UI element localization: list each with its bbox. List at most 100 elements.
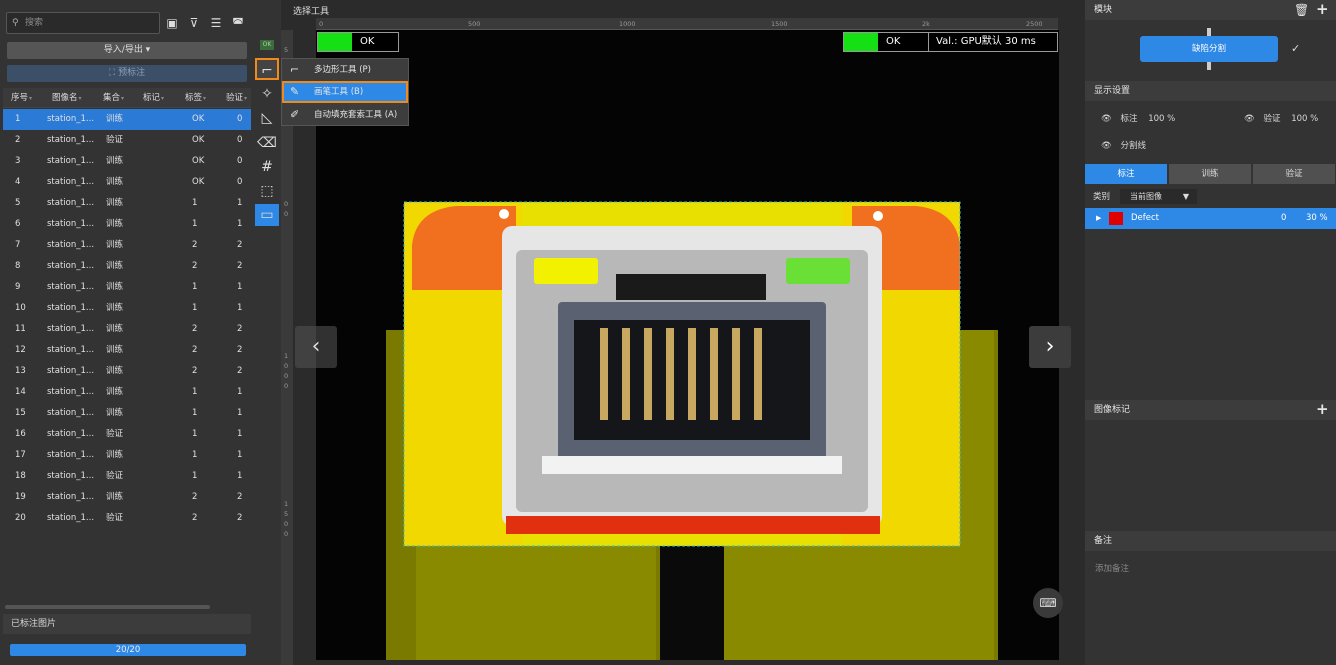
table-row[interactable]: 11 station_1... 训练 2 2 [3,319,251,340]
defect-class-row[interactable]: ▶ Defect 0 30 % [1085,208,1336,229]
row-set: 训练 [106,408,124,418]
table-row[interactable]: 1 station_1... 训练 OK 0 [3,109,251,130]
eraser-tool-button[interactable]: ⌫ [255,132,279,154]
filter-icon[interactable]: ⊽ [186,15,202,31]
ruler-label: 2500 [1026,20,1043,28]
row-label: 1 [192,219,198,229]
category-dropdown[interactable]: 当前图像 ▼ [1120,189,1197,204]
image-filter-icon[interactable]: ▣ [164,15,180,31]
row-index: 2 [15,135,21,145]
table-row[interactable]: 19 station_1... 训练 2 2 [3,487,251,508]
crop-icon: # [261,159,273,175]
polygon-icon: ⌐ [290,63,300,76]
table-row[interactable]: 10 station_1... 训练 1 1 [3,298,251,319]
select-tool-button[interactable]: ▭ [255,204,279,226]
tool-column: OK ⌐ ✧ ◺ ⌫ # ⬚ ▭ [253,0,281,665]
image-viewport[interactable]: OK OK Val.: GPU默认 30 ms [316,30,1059,660]
table-row[interactable]: 14 station_1... 训练 1 1 [3,382,251,403]
table-row[interactable]: 2 station_1... 验证 OK 0 [3,130,251,151]
add-image-mark-icon[interactable]: + [1316,399,1329,419]
row-label: 2 [192,345,198,355]
table-row[interactable]: 6 station_1... 训练 1 1 [3,214,251,235]
image-list-panel: ⚲ 搜索 ▣ ⊽ ☰ ◚ 导入/导出 ▾ ⛶ 预标注 序号 图像名 集合 标记 … [0,0,253,665]
annotation-tool-menu: ⌐ 多边形工具 (P) ✎ 画笔工具 (B) ✐ 自动填充套索工具 (A) [281,58,409,126]
table-row[interactable]: 18 station_1... 验证 1 1 [3,466,251,487]
tab-training[interactable]: 训练 [1169,164,1251,184]
table-row[interactable]: 5 station_1... 训练 1 1 [3,193,251,214]
module-header: 模块 🗑 + [1085,0,1336,20]
keyboard-shortcut-button[interactable]: ⌨ [1033,588,1063,618]
ruler-label: 1500 [771,20,788,28]
row-index: 3 [15,156,21,166]
ruler-label: 0 [284,362,289,370]
row-label: 1 [192,408,198,418]
defect-segmentation-module-button[interactable]: 缺陷分割 [1140,36,1278,62]
prev-image-button[interactable]: ‹ [295,326,337,368]
menu-item-polygon-tool[interactable]: ⌐ 多边形工具 (P) [282,59,408,81]
expand-arrow-icon[interactable]: ▶ [1096,208,1101,229]
row-index: 8 [15,261,21,271]
tab-validation[interactable]: 验证 [1253,164,1335,184]
validation-visibility[interactable]: 👁 验证 100 % [1244,112,1318,124]
col-validation[interactable]: 验证 [226,88,247,108]
ok-badge: OK [260,40,274,50]
ar-view-icon[interactable]: ◚ [230,15,246,31]
list-view-icon[interactable]: ☰ [208,15,224,31]
tab-annotation[interactable]: 标注 [1085,164,1167,184]
row-label: 1 [192,429,198,439]
col-image-name[interactable]: 图像名 [52,88,82,108]
row-set: 训练 [106,324,124,334]
col-label[interactable]: 标签 [185,88,206,108]
table-row[interactable]: 9 station_1... 训练 1 1 [3,277,251,298]
table-row[interactable]: 4 station_1... 训练 OK 0 [3,172,251,193]
row-validation: 1 [237,282,243,292]
validation-opacity: 100 % [1291,114,1319,124]
table-row[interactable]: 17 station_1... 训练 1 1 [3,445,251,466]
table-row[interactable]: 12 station_1... 训练 2 2 [3,340,251,361]
horizontal-scrollbar[interactable] [5,605,210,609]
table-row[interactable]: 7 station_1... 训练 2 2 [3,235,251,256]
row-set: 训练 [106,177,124,187]
row-index: 20 [15,513,26,523]
col-mark[interactable]: 标记 [143,88,164,108]
col-index[interactable]: 序号 [11,88,32,108]
trash-icon[interactable]: 🗑 [1294,0,1309,20]
image-mark-label: 图像标记 [1094,405,1131,415]
add-module-icon[interactable]: + [1316,0,1329,19]
table-row[interactable]: 20 station_1... 验证 2 2 [3,508,251,529]
row-validation: 1 [237,408,243,418]
table-row[interactable]: 3 station_1... 训练 OK 0 [3,151,251,172]
notes-input[interactable]: 添加备注 [1095,562,1129,574]
ruler-label: 5 [284,510,289,518]
row-label: 2 [192,513,198,523]
defect-color-swatch[interactable] [1109,212,1123,225]
table-row[interactable]: 8 station_1... 训练 2 2 [3,256,251,277]
search-input[interactable]: ⚲ 搜索 [6,12,160,34]
polygon-tool-button[interactable]: ⌐ [255,58,279,80]
row-set: 训练 [106,387,124,397]
caret-down-icon: ▼ [1182,192,1189,201]
row-validation: 1 [237,198,243,208]
ruler-tool-button[interactable]: ◺ [255,107,279,129]
row-image-name: station_1... [47,345,95,355]
row-index: 6 [15,219,21,229]
table-row[interactable]: 15 station_1... 训练 1 1 [3,403,251,424]
annotation-opacity: 100 % [1148,114,1176,124]
row-label: OK [192,177,205,187]
table-row[interactable]: 16 station_1... 验证 1 1 [3,424,251,445]
notes-header: 备注 [1085,531,1336,551]
import-export-button[interactable]: 导入/导出 ▾ [7,42,247,59]
next-image-button[interactable]: › [1029,326,1071,368]
eye-icon: 👁 [1244,114,1255,124]
pre-annotate-icon: ⛶ [108,68,119,78]
annotation-visibility[interactable]: 👁 标注 100 % [1101,112,1175,124]
table-row[interactable]: 13 station_1... 训练 2 2 [3,361,251,382]
menu-item-brush-tool[interactable]: ✎ 画笔工具 (B) [282,81,408,103]
segline-visibility[interactable]: 👁 分割线 [1101,139,1146,151]
pre-annotate-button[interactable]: ⛶ 预标注 [7,65,247,82]
magic-wand-tool-button[interactable]: ✧ [255,83,279,105]
menu-item-lasso-tool[interactable]: ✐ 自动填充套索工具 (A) [282,104,408,126]
rect-select-tool-button[interactable]: ⬚ [255,180,279,202]
crop-tool-button[interactable]: # [255,156,279,178]
col-set[interactable]: 集合 [103,88,124,108]
